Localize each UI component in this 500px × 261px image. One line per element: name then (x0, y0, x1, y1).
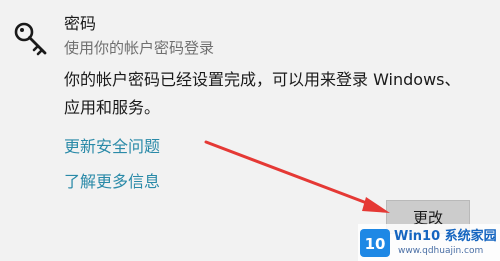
key-icon (14, 22, 47, 56)
setting-subtitle: 使用你的帐户密码登录 (64, 39, 215, 57)
setting-title: 密码 (64, 14, 97, 33)
watermark-title: Win10 系统家园 (394, 229, 497, 244)
watermark-url: www.qdhuajin.com (398, 246, 484, 256)
password-setting-panel: 密码 使用你的帐户密码登录 你的帐户密码已经设置完成，可以用来登录 Window… (0, 0, 500, 261)
watermark-logo: 10 (360, 229, 390, 257)
watermark-logo-text: 10 (365, 235, 386, 253)
update-security-questions-link[interactable]: 更新安全问题 (64, 137, 160, 157)
learn-more-link[interactable]: 了解更多信息 (64, 172, 160, 192)
watermark: 10 Win10 系统家园 www.qdhuajin.com (358, 224, 500, 261)
setting-description: 你的帐户密码已经设置完成，可以用来登录 Windows、应用和服务。 (64, 70, 461, 117)
